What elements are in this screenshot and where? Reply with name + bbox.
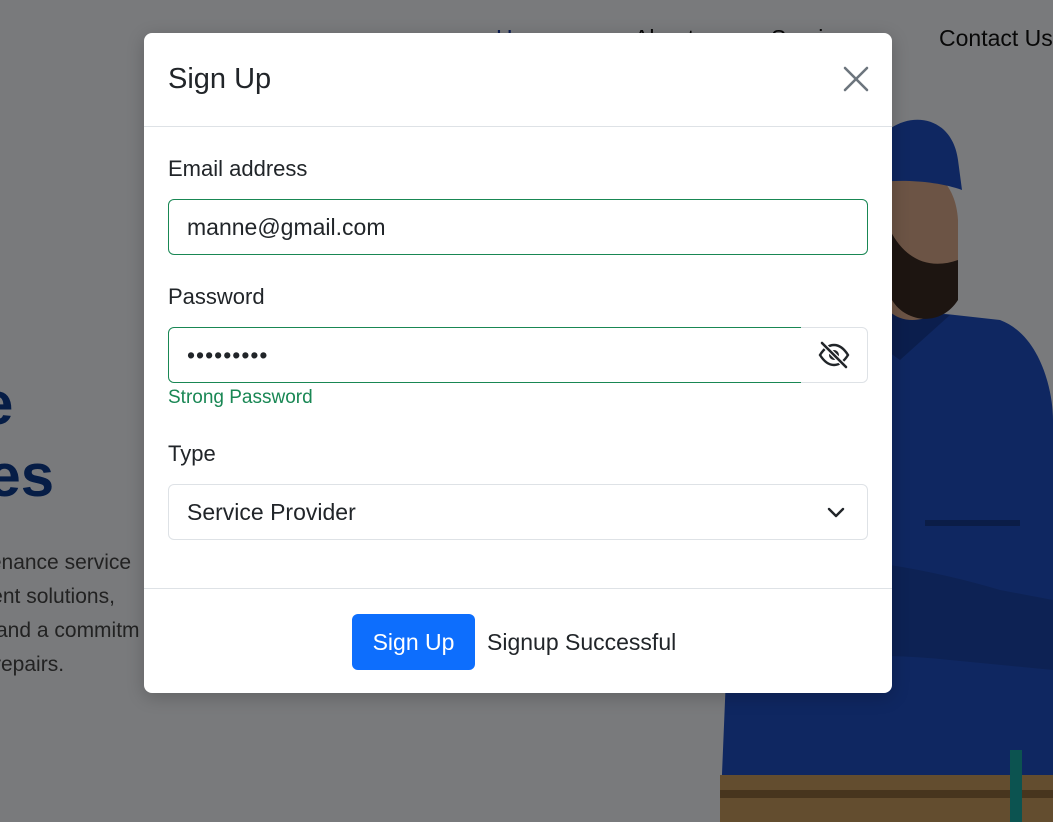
email-label: Email address (168, 156, 308, 181)
type-select[interactable]: Service Provider (168, 484, 868, 540)
signup-status-text: Signup Successful (487, 629, 677, 655)
modal-footer: Sign Up Signup Successful (144, 588, 892, 693)
password-input[interactable] (168, 327, 802, 383)
password-strength-text: Strong Password (168, 387, 313, 408)
toggle-password-visibility-button[interactable] (801, 327, 868, 383)
signup-modal: Sign Up Email address Password Strong Pa… (144, 33, 892, 693)
password-label: Password (168, 284, 265, 309)
eye-slash-icon (818, 341, 850, 369)
modal-body: Email address Password Strong Password T… (144, 127, 892, 588)
chevron-down-icon (827, 507, 845, 518)
type-label: Type (168, 441, 216, 466)
modal-header: Sign Up (144, 33, 892, 127)
close-icon (843, 66, 869, 92)
modal-title: Sign Up (168, 63, 272, 95)
close-button[interactable] (840, 63, 872, 95)
sign-up-button[interactable]: Sign Up (352, 614, 475, 670)
email-input[interactable] (168, 199, 868, 255)
type-select-value: Service Provider (187, 498, 356, 525)
